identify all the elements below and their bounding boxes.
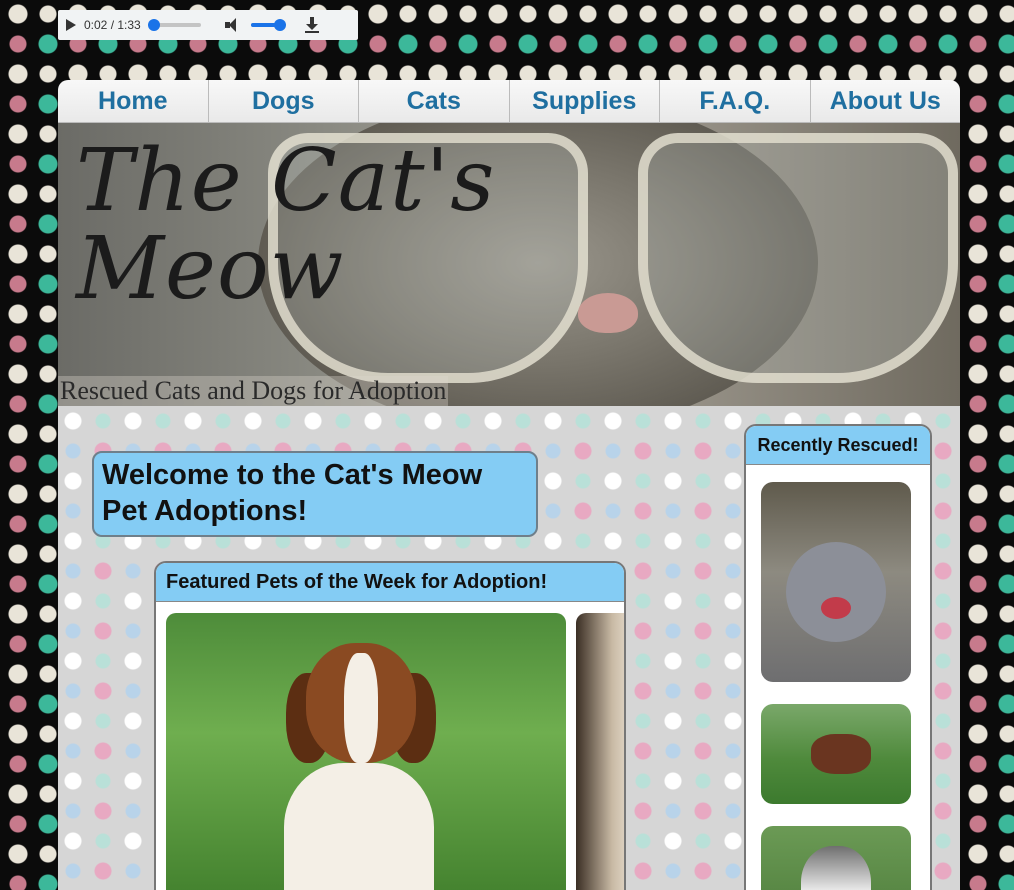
main-content: Welcome to the Cat's Meow Pet Adoptions!… — [58, 406, 960, 890]
rescued-puppy-photo[interactable] — [761, 704, 911, 804]
nav-dogs[interactable]: Dogs — [209, 80, 359, 122]
featured-beagle-photo[interactable] — [166, 613, 566, 890]
download-icon[interactable] — [304, 17, 319, 33]
featured-pets-box: Featured Pets of the Week for Adoption! — [154, 561, 626, 890]
cat-nose — [578, 293, 638, 333]
welcome-heading: Welcome to the Cat's Meow Pet Adoptions! — [92, 451, 538, 537]
header-banner: The Cat's Meow Rescued Cats and Dogs for… — [58, 123, 960, 406]
site-title-line2: Meow — [76, 219, 345, 319]
nav-supplies[interactable]: Supplies — [510, 80, 660, 122]
rescued-kitten-photo[interactable] — [761, 482, 911, 682]
page-wrapper: Home Dogs Cats Supplies F.A.Q. About Us … — [58, 80, 960, 890]
seek-handle[interactable] — [147, 19, 160, 31]
recently-rescued-title: Recently Rescued! — [746, 426, 930, 465]
site-title-line1: The Cat's — [76, 131, 496, 231]
recently-rescued-box: Recently Rescued! — [744, 424, 932, 890]
main-nav: Home Dogs Cats Supplies F.A.Q. About Us — [58, 80, 960, 123]
nav-cats[interactable]: Cats — [359, 80, 510, 122]
rescued-husky-photo[interactable] — [761, 826, 911, 890]
volume-handle[interactable] — [273, 19, 286, 31]
seek-slider[interactable] — [147, 19, 201, 31]
nav-home[interactable]: Home — [58, 80, 209, 122]
site-title: The Cat's Meow — [76, 137, 495, 313]
welcome-line2: Pet Adoptions! — [102, 495, 308, 527]
featured-pets-title: Featured Pets of the Week for Adoption! — [156, 563, 624, 602]
glasses-lens-right — [638, 133, 958, 383]
nav-faq[interactable]: F.A.Q. — [660, 80, 811, 122]
volume-icon[interactable] — [224, 18, 241, 32]
site-subtitle: Rescued Cats and Dogs for Adoption — [58, 376, 449, 406]
featured-cat-photo[interactable] — [576, 613, 624, 890]
audio-time: 0:02 / 1:33 — [84, 18, 141, 32]
play-icon[interactable] — [66, 19, 76, 31]
audio-player: 0:02 / 1:33 — [58, 10, 358, 40]
welcome-line1: Welcome to the Cat's Meow — [102, 459, 483, 491]
nav-about-us[interactable]: About Us — [811, 80, 961, 122]
volume-slider[interactable] — [250, 19, 286, 31]
